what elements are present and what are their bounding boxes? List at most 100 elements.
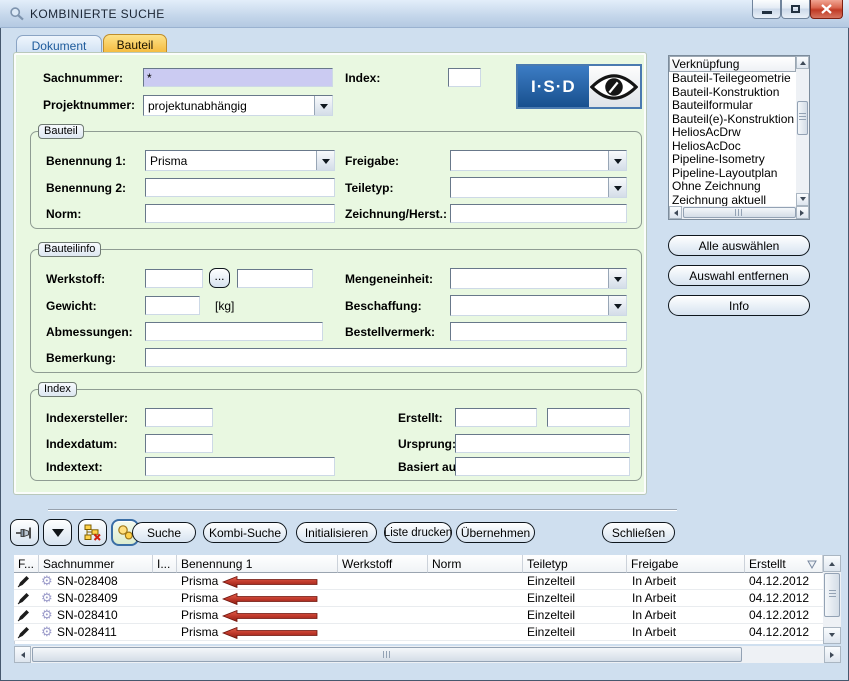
freigabe-combobox[interactable] [450,150,627,171]
expand-results-button[interactable] [43,519,72,546]
werkstoff-input[interactable] [145,269,203,288]
table-row[interactable]: ⚙ SN-028408 Prisma Einzelteil In Arbeit … [14,573,823,590]
column-header-teiletyp[interactable]: Teiletyp [523,555,627,573]
chevron-down-icon[interactable] [608,269,626,288]
erstellt-input-2[interactable] [547,408,630,427]
table-vertical-scrollbar[interactable] [823,555,841,644]
scroll-thumb[interactable] [683,207,796,218]
scroll-thumb[interactable] [32,647,742,662]
list-vertical-scrollbar[interactable] [796,56,809,206]
mengeneinheit-combobox[interactable] [450,268,627,289]
list-item[interactable]: HeliosAcDoc [669,140,796,154]
indexdatum-input[interactable] [145,434,213,453]
sachnummer-label: Sachnummer: [43,71,123,85]
werkstoff-input-2[interactable] [237,269,313,288]
kg-unit-label: [kg] [215,299,234,313]
list-item[interactable]: Bauteil(e)-Konstruktion [669,113,796,127]
list-item[interactable]: Ohne Zeichnung [669,180,796,194]
tab-bauteil[interactable]: Bauteil [103,34,167,54]
list-horizontal-scrollbar[interactable] [669,206,809,219]
indexersteller-input[interactable] [145,408,213,427]
column-header-benennung1[interactable]: Benennung 1 [177,555,338,573]
structure-list-button[interactable] [78,519,107,546]
basiert-auf-input[interactable] [455,457,630,476]
chevron-down-icon[interactable] [316,151,334,170]
bestellvermerk-input[interactable] [450,322,627,341]
info-button[interactable]: Info [668,295,810,316]
maximize-button[interactable] [781,0,810,19]
uebernehmen-button[interactable]: Übernehmen [456,522,535,543]
column-header-werkstoff[interactable]: Werkstoff [338,555,428,573]
chevron-down-icon[interactable] [314,96,332,115]
table-row[interactable]: ⚙ SN-028409 Prisma Einzelteil In Arbeit … [14,590,823,607]
chevron-down-icon[interactable] [608,178,626,197]
table-horizontal-scrollbar[interactable] [14,646,841,663]
scroll-thumb[interactable] [824,573,840,617]
index-input[interactable] [448,68,481,87]
cell-erstellt: 04.12.2012 [749,591,809,605]
abmessungen-input[interactable] [145,322,323,341]
scroll-up-button[interactable] [796,56,809,69]
chevron-down-icon[interactable] [608,296,626,315]
link-list-header[interactable]: Verknüpfung [669,56,796,72]
isd-logo: I·S·D [516,64,642,109]
list-item[interactable]: HeliosAcDrw [669,126,796,140]
column-header-sachnummer[interactable]: Sachnummer [39,555,153,573]
scroll-down-button[interactable] [796,193,809,206]
pin-toggle-button[interactable] [10,519,39,546]
scroll-right-button[interactable] [824,646,841,663]
scroll-thumb[interactable] [797,101,808,135]
kombi-suche-button[interactable]: Kombi-Suche [203,522,287,543]
indextext-input[interactable] [145,457,335,476]
list-item[interactable]: Bauteil-Teilegeometrie [669,72,796,86]
scroll-right-button[interactable] [796,206,809,219]
bemerkung-input[interactable] [145,348,627,367]
tab-dokument[interactable]: Dokument [16,35,102,54]
ursprung-input[interactable] [455,434,630,453]
schliessen-button[interactable]: Schließen [602,522,675,543]
close-button[interactable] [810,0,843,19]
list-item[interactable]: Pipeline-Layoutplan [669,167,796,181]
column-header-erstellt[interactable]: Erstellt [745,555,823,573]
title-bar[interactable]: KOMBINIERTE SUCHE [0,0,849,28]
scroll-up-button[interactable] [823,555,841,572]
sachnummer-input[interactable] [143,68,333,87]
indexersteller-label: Indexersteller: [46,411,128,425]
list-item[interactable]: Pipeline-Isometry [669,153,796,167]
triangle-down-icon [52,529,64,543]
column-header-index[interactable]: I... [153,555,177,573]
column-header-freigegeben[interactable]: F... [14,555,39,573]
beschaffung-combobox[interactable] [450,295,627,316]
chevron-down-icon[interactable] [608,151,626,170]
window: KOMBINIERTE SUCHE Dokument Bauteil Sachn… [0,0,849,681]
column-header-freigabe[interactable]: Freigabe [627,555,745,573]
werkstoff-browse-button[interactable]: ... [209,268,230,288]
sort-filter-icon[interactable] [807,560,817,569]
link-listbox[interactable]: Verknüpfung Bauteil-Teilegeometrie Baute… [668,55,810,220]
scroll-down-button[interactable] [823,627,841,644]
benennung2-input[interactable] [145,178,335,197]
liste-drucken-button[interactable]: Liste drucken [384,522,452,543]
table-row[interactable]: ⚙ SN-028411 Prisma Einzelteil In Arbeit … [14,624,823,641]
projektnummer-combobox[interactable]: projektunabhängig [143,95,333,116]
list-item[interactable]: Bauteil-Konstruktion [669,86,796,100]
minimize-button[interactable] [752,0,781,19]
isd-logo-text: I·S·D [518,66,589,107]
norm-input[interactable] [145,204,335,223]
zeichnung-herst-input[interactable] [450,204,627,223]
list-item[interactable]: Bauteilformular [669,99,796,113]
select-all-button[interactable]: Alle auswählen [668,235,810,256]
initialisieren-button[interactable]: Initialisieren [296,522,377,543]
gewicht-input[interactable] [145,296,200,315]
suche-button[interactable]: Suche [132,522,196,543]
teiletyp-combobox[interactable] [450,177,627,198]
column-header-norm[interactable]: Norm [428,555,523,573]
scroll-left-button[interactable] [669,206,682,219]
table-row[interactable]: ⚙ SN-028410 Prisma Einzelteil In Arbeit … [14,607,823,624]
remove-selection-button[interactable]: Auswahl entfernen [668,265,810,286]
benennung1-combobox[interactable]: Prisma [145,150,335,171]
cell-teiletyp: Einzelteil [527,608,575,622]
erstellt-input-1[interactable] [455,408,537,427]
scroll-left-button[interactable] [14,646,31,663]
list-item[interactable]: Zeichnung aktuell [669,194,796,207]
